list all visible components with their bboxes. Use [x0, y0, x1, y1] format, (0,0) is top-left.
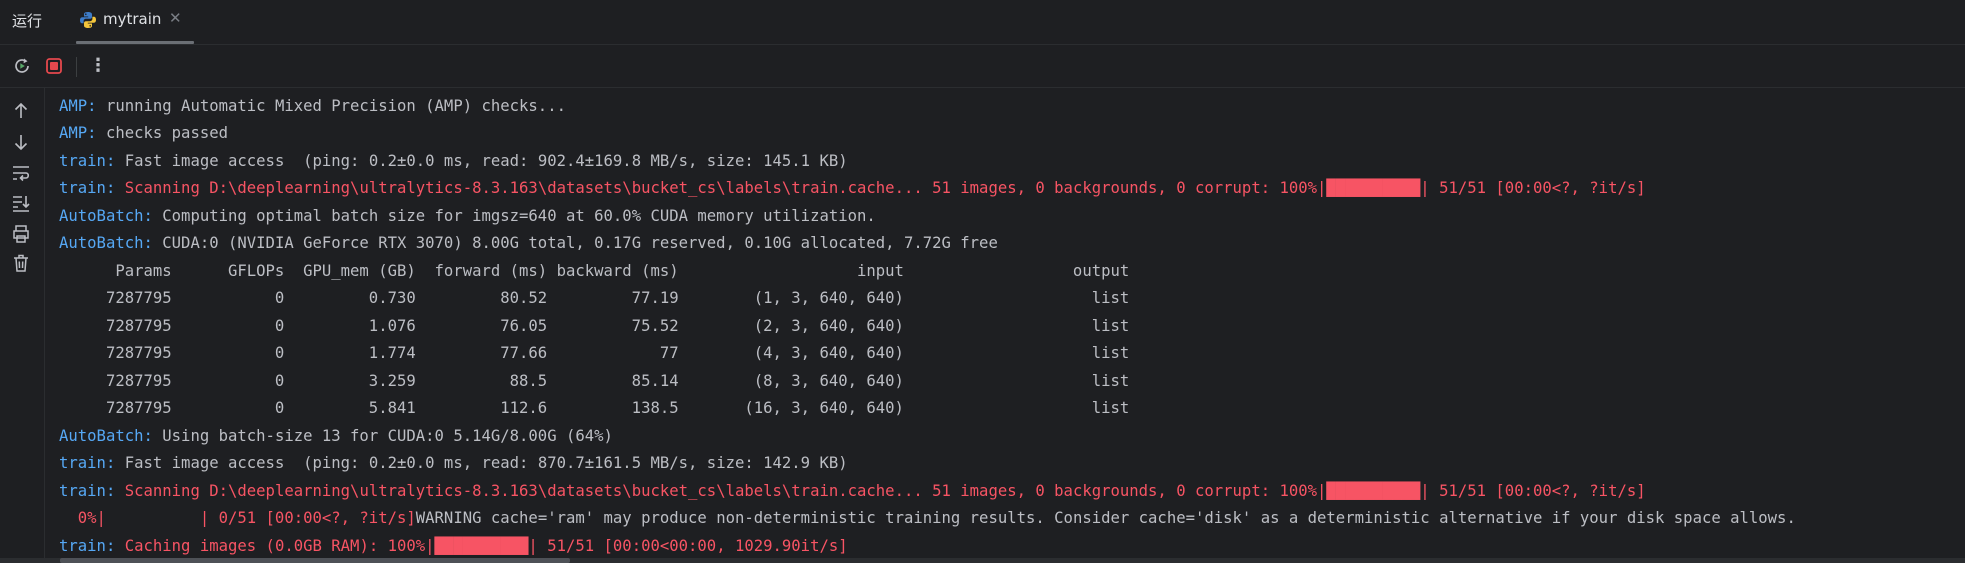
console-line: Params GFLOPs GPU_mem (GB) forward (ms) … — [59, 258, 1796, 286]
tab-label: mytrain — [103, 10, 162, 28]
console-line: AutoBatch: Using batch-size 13 for CUDA:… — [59, 423, 1796, 451]
log-text: Using batch-size 13 for CUDA:0 5.14G/8.0… — [152, 426, 613, 445]
print-icon[interactable] — [10, 223, 32, 245]
log-prefix: AMP: — [59, 96, 97, 115]
console-line: 7287795 0 3.259 88.5 85.14 (8, 3, 640, 6… — [59, 368, 1796, 396]
tab-mytrain[interactable]: mytrain ✕ — [76, 0, 194, 44]
run-panel-title: 运行 — [12, 12, 43, 30]
console-line: AutoBatch: CUDA:0 (NVIDIA GeForce RTX 30… — [59, 230, 1796, 258]
log-text: 7287795 0 1.774 77.66 77 (4, 3, 640, 640… — [59, 344, 1130, 362]
console-line: 7287795 0 5.841 112.6 138.5 (16, 3, 640,… — [59, 395, 1796, 423]
console-lines: Freezing layer 'model.22.dfl.conv.weight… — [59, 88, 1796, 558]
run-toolbar: ⋮ — [0, 45, 1965, 88]
log-text: running Automatic Mixed Precision (AMP) … — [96, 96, 566, 115]
log-prefix: train: — [59, 454, 116, 472]
console-line: train: Caching images (0.0GB RAM): 100%|… — [59, 533, 1796, 559]
console-line: 7287795 0 1.076 76.05 75.52 (2, 3, 640, … — [59, 313, 1796, 341]
console-line: train: Scanning D:\deeplearning\ultralyt… — [59, 175, 1796, 203]
log-warning-text: WARNING cache='ram' may produce non-dete… — [415, 509, 1796, 527]
console-line: train: Scanning D:\deeplearning\ultralyt… — [59, 478, 1796, 506]
horizontal-scrollbar[interactable] — [60, 558, 570, 563]
scroll-to-end-icon[interactable] — [10, 192, 32, 214]
console-line: AutoBatch: Computing optimal batch size … — [59, 203, 1796, 231]
log-text: 7287795 0 1.076 76.05 75.52 (2, 3, 640, … — [59, 316, 1130, 335]
log-prefix: AutoBatch: — [59, 206, 153, 225]
run-tool-window-header: 运行 mytrain ✕ — [0, 0, 1965, 45]
console-output[interactable]: Freezing layer 'model.22.dfl.conv.weight… — [45, 88, 1965, 558]
log-text: Caching images (0.0GB RAM): 100%|███████… — [115, 536, 848, 555]
log-prefix: train: — [59, 481, 116, 500]
more-options-icon[interactable]: ⋮ — [87, 55, 109, 77]
log-text: checks passed — [96, 124, 228, 142]
console-line: train: Fast image access (ping: 0.2±0.0 … — [59, 450, 1796, 478]
console-line: AMP: checks passed — [59, 120, 1796, 148]
arrow-up-icon[interactable] — [10, 100, 32, 122]
log-text: Computing optimal batch size for imgsz=6… — [152, 206, 876, 225]
log-text: 7287795 0 0.730 80.52 77.19 (1, 3, 640, … — [59, 289, 1130, 307]
console-line: 0%| | 0/51 [00:00<?, ?it/s]WARNING cache… — [59, 505, 1796, 533]
log-prefix: AMP: — [59, 124, 97, 142]
soft-wrap-icon[interactable] — [10, 162, 32, 184]
log-prefix: AutoBatch: — [59, 426, 153, 445]
arrow-down-icon[interactable] — [10, 131, 32, 153]
log-text: 7287795 0 5.841 112.6 138.5 (16, 3, 640,… — [59, 399, 1130, 417]
log-text: Fast image access (ping: 0.2±0.0 ms, rea… — [115, 454, 848, 472]
log-text: 0%| | 0/51 [00:00<?, ?it/s] — [59, 509, 416, 527]
log-prefix: train: — [59, 536, 116, 555]
horizontal-scrollbar-track — [0, 558, 1965, 563]
console-line: 7287795 0 1.774 77.66 77 (4, 3, 640, 640… — [59, 340, 1796, 368]
log-text: CUDA:0 (NVIDIA GeForce RTX 3070) 8.00G t… — [152, 234, 998, 252]
python-icon — [78, 10, 98, 30]
close-icon[interactable]: ✕ — [169, 9, 182, 27]
console-side-toolbar — [0, 88, 45, 563]
log-prefix: AutoBatch: — [59, 234, 153, 252]
console-line: 7287795 0 0.730 80.52 77.19 (1, 3, 640, … — [59, 285, 1796, 313]
log-text: Fast image access (ping: 0.2±0.0 ms, rea… — [115, 151, 848, 170]
log-text: Scanning D:\deeplearning\ultralytics-8.3… — [115, 179, 1646, 197]
log-text: 7287795 0 3.259 88.5 85.14 (8, 3, 640, 6… — [59, 371, 1130, 390]
console-line: train: Fast image access (ping: 0.2±0.0 … — [59, 148, 1796, 176]
log-prefix: train: — [59, 151, 116, 170]
stop-icon[interactable] — [43, 55, 65, 77]
console-line: AMP: running Automatic Mixed Precision (… — [59, 93, 1796, 121]
log-prefix: train: — [59, 179, 116, 197]
toolbar-separator — [76, 57, 77, 77]
rerun-icon[interactable] — [11, 55, 33, 77]
log-text: Params GFLOPs GPU_mem (GB) forward (ms) … — [59, 261, 1130, 280]
log-text: Scanning D:\deeplearning\ultralytics-8.3… — [115, 481, 1646, 500]
active-tab-indicator — [76, 41, 194, 44]
trash-icon[interactable] — [10, 252, 32, 274]
